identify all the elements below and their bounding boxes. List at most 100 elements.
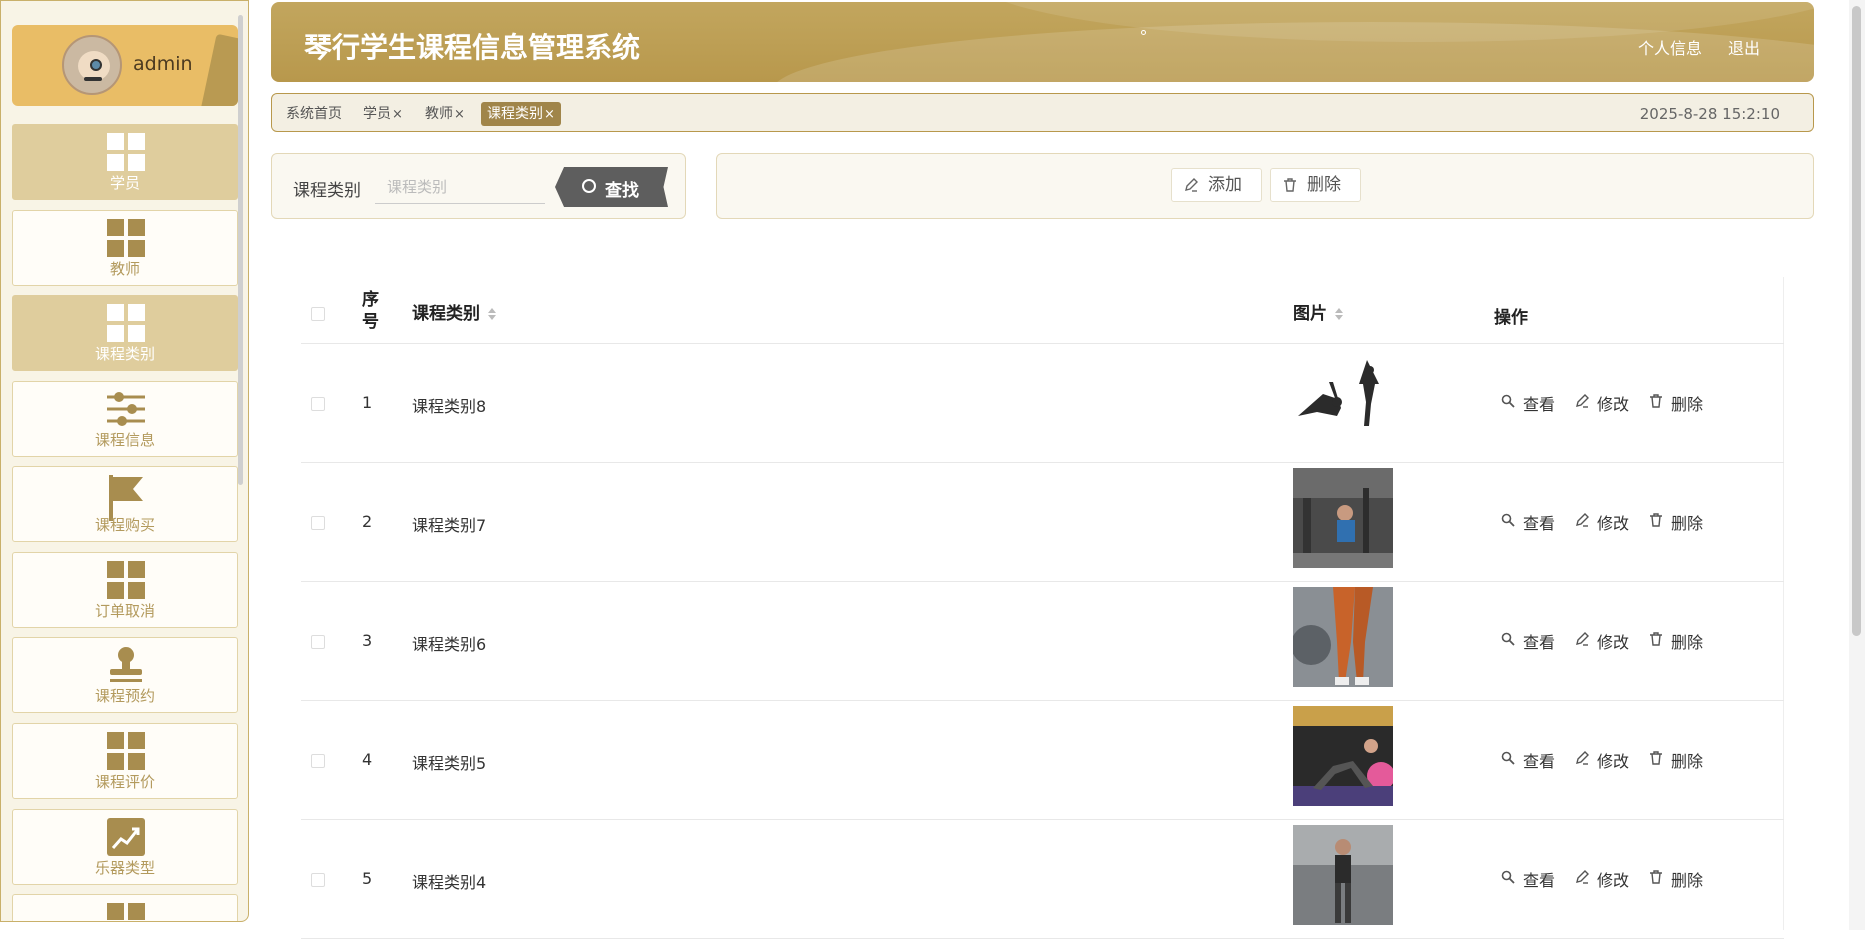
row-checkbox[interactable] xyxy=(311,397,325,411)
row-checkbox[interactable] xyxy=(311,516,325,530)
header-ops: 操作 xyxy=(1494,308,1528,328)
header-index: 序号 xyxy=(362,290,379,332)
delete-row-button[interactable]: 删除 xyxy=(1649,391,1703,415)
grid-icon xyxy=(107,219,145,257)
avatar[interactable] xyxy=(62,35,122,95)
edit-button[interactable]: 修改 xyxy=(1575,510,1629,534)
close-icon[interactable]: × xyxy=(392,107,403,122)
tab-teachers[interactable]: 教师× xyxy=(419,102,471,126)
row-name: 课程类别8 xyxy=(412,397,487,416)
delete-row-button[interactable]: 删除 xyxy=(1649,629,1703,653)
delete-row-button[interactable]: 删除 xyxy=(1649,748,1703,772)
add-button[interactable]: 添加 xyxy=(1171,168,1262,202)
scrollbar-thumb[interactable] xyxy=(1852,6,1861,636)
edit-label: 修改 xyxy=(1597,633,1630,652)
select-all-checkbox[interactable] xyxy=(311,307,325,321)
sidebar-item-students[interactable]: 学员 xyxy=(12,124,238,200)
sidebar-item-label: 教师 xyxy=(109,260,140,278)
sidebar-item-teachers[interactable]: 教师 xyxy=(12,210,238,286)
table-row: 1 课程类别8 查看 修改 删除 xyxy=(301,345,1784,463)
tab-course-category[interactable]: 课程类别× xyxy=(481,102,561,126)
add-button-label: 添加 xyxy=(1208,175,1242,195)
edit-icon xyxy=(1576,632,1589,646)
table-row: 3 课程类别6 查看 修改 删除 xyxy=(301,583,1784,701)
row-index: 1 xyxy=(362,393,373,412)
sidebar-item-label: 乐器类型 xyxy=(94,859,155,877)
tab-label: 教师 xyxy=(425,106,453,122)
row-index: 5 xyxy=(362,869,373,888)
search-icon xyxy=(1501,632,1515,646)
header-image-label: 图片 xyxy=(1293,304,1327,324)
workout-photo-image[interactable] xyxy=(1293,825,1393,925)
search-input[interactable] xyxy=(375,170,545,204)
sidebar-item-more[interactable] xyxy=(12,894,238,921)
search-button[interactable]: 查找 xyxy=(555,167,668,207)
sidebar-scrollbar[interactable] xyxy=(238,15,243,485)
tab-students[interactable]: 学员× xyxy=(357,102,409,126)
sidebar-item-course-review[interactable]: 课程评价 xyxy=(12,723,238,799)
gym-photo-image[interactable] xyxy=(1293,468,1393,568)
leggings-photo-image[interactable] xyxy=(1293,587,1393,687)
view-button[interactable]: 查看 xyxy=(1501,867,1555,891)
tab-label: 课程类别 xyxy=(487,106,543,122)
trend-chart-icon xyxy=(107,818,145,856)
close-icon[interactable]: × xyxy=(544,107,555,122)
row-index: 2 xyxy=(362,512,373,531)
edit-button[interactable]: 修改 xyxy=(1575,867,1629,891)
sliders-icon xyxy=(107,390,145,428)
header-name-label: 课程类别 xyxy=(412,304,480,324)
search-icon xyxy=(1501,513,1515,527)
sidebar-item-order-cancel[interactable]: 订单取消 xyxy=(12,552,238,628)
page-scrollbar[interactable] xyxy=(1849,0,1865,930)
edit-icon xyxy=(1576,513,1589,527)
header-name[interactable]: 课程类别 xyxy=(412,299,496,324)
edit-icon xyxy=(1576,394,1589,408)
view-button[interactable]: 查看 xyxy=(1501,748,1555,772)
delete-label: 删除 xyxy=(1671,395,1704,414)
row-checkbox[interactable] xyxy=(311,873,325,887)
sort-icon[interactable] xyxy=(488,308,496,320)
sidebar-item-instrument-type[interactable]: 乐器类型 xyxy=(12,809,238,885)
sidebar-item-course-purchase[interactable]: 课程购买 xyxy=(12,466,238,542)
user-profile-card[interactable]: admin xyxy=(12,25,238,106)
sort-icon[interactable] xyxy=(1335,308,1343,320)
grid-icon xyxy=(107,732,145,770)
row-index: 3 xyxy=(362,631,373,650)
edit-button[interactable]: 修改 xyxy=(1575,391,1629,415)
view-button[interactable]: 查看 xyxy=(1501,510,1555,534)
tab-label: 系统首页 xyxy=(286,106,342,122)
sidebar-item-label: 课程购买 xyxy=(94,516,155,534)
close-icon[interactable]: × xyxy=(454,107,465,122)
delete-button[interactable]: 删除 xyxy=(1270,168,1361,202)
sidebar-item-label: 课程类别 xyxy=(94,345,155,363)
sidebar-item-course-category[interactable]: 课程类别 xyxy=(12,295,238,371)
row-name: 课程类别6 xyxy=(412,635,487,654)
sidebar-item-course-info[interactable]: 课程信息 xyxy=(12,381,238,457)
datetime: 2025-8-28 15:2:10 xyxy=(1639,105,1780,123)
trash-icon xyxy=(1650,513,1662,527)
edit-button[interactable]: 修改 xyxy=(1575,629,1629,653)
grid-icon xyxy=(107,304,145,342)
tab-bar: 系统首页 学员× 教师× 课程类别× 2025-8-28 15:2:10 xyxy=(271,93,1814,132)
view-button[interactable]: 查看 xyxy=(1501,391,1555,415)
profile-decoration xyxy=(200,33,238,106)
delete-row-button[interactable]: 删除 xyxy=(1649,510,1703,534)
yoga-silhouette-image[interactable] xyxy=(1293,354,1393,454)
sidebar-item-course-booking[interactable]: 课程预约 xyxy=(12,637,238,713)
profile-link[interactable]: 个人信息 xyxy=(1638,35,1702,59)
tab-home[interactable]: 系统首页 xyxy=(280,102,348,126)
delete-button-label: 删除 xyxy=(1307,175,1341,195)
sidebar-item-label: 课程信息 xyxy=(94,431,155,449)
view-button[interactable]: 查看 xyxy=(1501,629,1555,653)
table-row: 2 课程类别7 查看 修改 删除 xyxy=(301,464,1784,582)
delete-label: 删除 xyxy=(1671,514,1704,533)
stretching-photo-image[interactable] xyxy=(1293,706,1393,806)
delete-label: 删除 xyxy=(1671,752,1704,771)
delete-row-button[interactable]: 删除 xyxy=(1649,867,1703,891)
logout-link[interactable]: 退出 xyxy=(1728,35,1760,59)
edit-button[interactable]: 修改 xyxy=(1575,748,1629,772)
row-checkbox[interactable] xyxy=(311,635,325,649)
trash-icon xyxy=(1650,870,1662,884)
header-image[interactable]: 图片 xyxy=(1293,299,1343,324)
row-checkbox[interactable] xyxy=(311,754,325,768)
